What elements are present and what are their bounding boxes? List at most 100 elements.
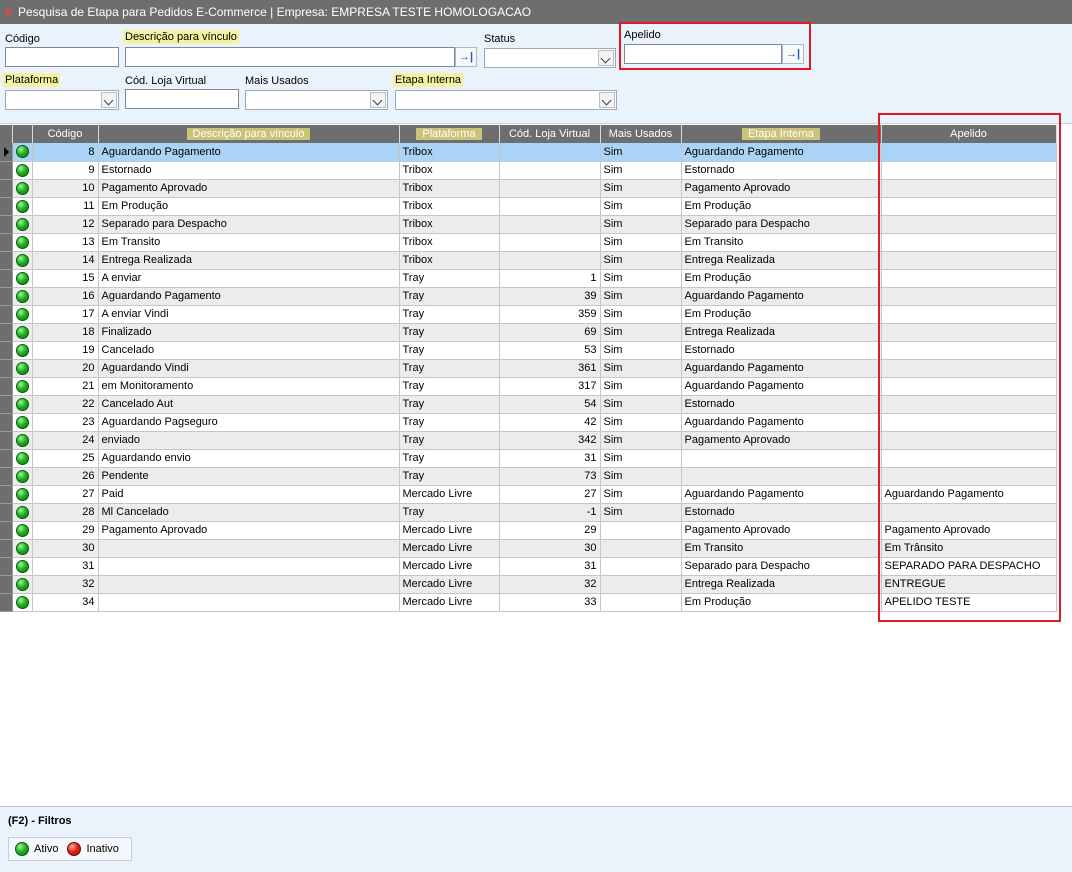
row-indicator[interactable] [0, 359, 13, 378]
table-row[interactable]: 28 Ml Cancelado Tray -1 Sim Estornado [0, 503, 1057, 522]
table-row[interactable]: 8 Aguardando Pagamento Tribox Sim Aguardando… [0, 143, 1057, 162]
table-row[interactable]: 16 Aguardando Pagamento Tray 39 Sim Aguardand… [0, 287, 1057, 306]
cell-apelido: Pagamento Aprovado [881, 521, 1057, 540]
table-row[interactable]: 19 Cancelado Tray 53 Sim Estornado [0, 341, 1057, 360]
cell-apelido [881, 503, 1057, 522]
cell-cod-loja: 31 [499, 449, 601, 468]
header-mais-usados[interactable]: Mais Usados [600, 125, 682, 143]
cell-cod-loja: 27 [499, 485, 601, 504]
header-cod-loja[interactable]: Cód. Loja Virtual [499, 125, 601, 143]
table-row[interactable]: 10 Pagamento Aprovado Tribox Sim Pagamento A… [0, 179, 1057, 198]
cell-codigo: 25 [32, 449, 99, 468]
cell-cod-loja [499, 179, 601, 198]
close-icon[interactable]: ✕ [4, 6, 18, 19]
cell-mais-usados: Sim [600, 215, 682, 234]
mais-usados-select[interactable] [245, 90, 388, 110]
row-indicator[interactable] [0, 575, 13, 594]
cell-etapa-interna: Aguardando Pagamento [681, 359, 882, 378]
header-status[interactable] [12, 125, 33, 143]
table-row[interactable]: 30 Mercado Livre 30 Em Transito Em Trânsito [0, 539, 1057, 558]
row-indicator[interactable] [0, 251, 13, 270]
row-indicator[interactable] [0, 269, 13, 288]
row-indicator[interactable] [0, 431, 13, 450]
row-indicator[interactable] [0, 539, 13, 558]
row-indicator[interactable] [0, 521, 13, 540]
row-indicator[interactable] [0, 503, 13, 522]
table-row[interactable]: 9 Estornado Tribox Sim Estornado [0, 161, 1057, 180]
row-indicator[interactable] [0, 485, 13, 504]
header-apelido[interactable]: Apelido [881, 125, 1057, 143]
cell-mais-usados: Sim [600, 413, 682, 432]
table-row[interactable]: 12 Separado para Despacho Tribox Sim Separad… [0, 215, 1057, 234]
table-row[interactable]: 18 Finalizado Tray 69 Sim Entrega Realizada [0, 323, 1057, 342]
descricao-input[interactable] [125, 47, 455, 67]
cod-loja-input[interactable] [125, 89, 239, 109]
table-row[interactable]: 17 A enviar Vindi Tray 359 Sim Em Produção [0, 305, 1057, 324]
header-etapa-interna[interactable]: Etapa Interna [681, 125, 882, 143]
table-row[interactable]: 22 Cancelado Aut Tray 54 Sim Estornado [0, 395, 1057, 414]
row-indicator[interactable] [0, 395, 13, 414]
cell-codigo: 28 [32, 503, 99, 522]
row-status-cell [12, 485, 33, 504]
table-row[interactable]: 24 enviado Tray 342 Sim Pagamento Aprovado [0, 431, 1057, 450]
descricao-go-button[interactable]: →| [455, 47, 477, 67]
table-row[interactable]: 14 Entrega Realizada Tribox Sim Entrega Real… [0, 251, 1057, 270]
table-row[interactable]: 34 Mercado Livre 33 Em Produção APELIDO TEST… [0, 593, 1057, 612]
row-indicator[interactable] [0, 341, 13, 360]
row-indicator[interactable] [0, 305, 13, 324]
row-indicator[interactable] [0, 593, 13, 612]
row-indicator[interactable] [0, 413, 13, 432]
title-bar: ✕ Pesquisa de Etapa para Pedidos E-Comme… [0, 0, 1072, 24]
row-indicator[interactable] [0, 143, 13, 162]
table-row[interactable]: 31 Mercado Livre 31 Separado para Despacho S… [0, 557, 1057, 576]
row-indicator[interactable] [0, 287, 13, 306]
cell-plataforma: Tray [399, 413, 500, 432]
table-row[interactable]: 11 Em Produção Tribox Sim Em Produção [0, 197, 1057, 216]
table-row[interactable]: 23 Aguardando Pagseguro Tray 42 Sim Aguardand… [0, 413, 1057, 432]
status-select[interactable] [484, 48, 616, 68]
table-row[interactable]: 21 em Monitoramento Tray 317 Sim Aguardando P… [0, 377, 1057, 396]
table-row[interactable]: 15 A enviar Tray 1 Sim Em Produção [0, 269, 1057, 288]
cell-plataforma: Tribox [399, 179, 500, 198]
header-descricao[interactable]: Descrição para vínculo [98, 125, 400, 143]
cell-etapa-interna: Em Transito [681, 233, 882, 252]
cell-descricao: Em Transito [98, 233, 400, 252]
plataforma-select[interactable] [5, 90, 119, 110]
table-row[interactable]: 29 Pagamento Aprovado Mercado Livre 29 Pagam… [0, 521, 1057, 540]
table-row[interactable]: 13 Em Transito Tribox Sim Em Transito [0, 233, 1057, 252]
cell-apelido [881, 431, 1057, 450]
green-ball-icon [15, 253, 29, 267]
table-row[interactable]: 26 Pendente Tray 73 Sim [0, 467, 1057, 486]
cell-mais-usados: Sim [600, 197, 682, 216]
cell-apelido [881, 215, 1057, 234]
row-indicator[interactable] [0, 179, 13, 198]
row-indicator[interactable] [0, 197, 13, 216]
header-plataforma[interactable]: Plataforma [399, 125, 500, 143]
cell-plataforma: Tray [399, 359, 500, 378]
row-indicator[interactable] [0, 161, 13, 180]
splitter[interactable] [0, 120, 1072, 124]
row-indicator[interactable] [0, 233, 13, 252]
row-status-cell [12, 341, 33, 360]
header-codigo[interactable]: Código [32, 125, 99, 143]
cell-cod-loja: 30 [499, 539, 601, 558]
table-row[interactable]: 20 Aguardando Vindi Tray 361 Sim Aguardando P… [0, 359, 1057, 378]
row-indicator[interactable] [0, 467, 13, 486]
table-row[interactable]: 25 Aguardando envio Tray 31 Sim [0, 449, 1057, 468]
table-row[interactable]: 27 Paid Mercado Livre 27 Sim Aguardando Pagam… [0, 485, 1057, 504]
row-indicator[interactable] [0, 449, 13, 468]
cell-mais-usados: Sim [600, 341, 682, 360]
etapa-interna-select[interactable] [395, 90, 617, 110]
row-indicator[interactable] [0, 377, 13, 396]
cell-codigo: 32 [32, 575, 99, 594]
cell-mais-usados: Sim [600, 179, 682, 198]
codigo-input[interactable] [5, 47, 119, 67]
row-status-cell [12, 593, 33, 612]
row-indicator[interactable] [0, 557, 13, 576]
row-indicator[interactable] [0, 323, 13, 342]
cell-cod-loja: 342 [499, 431, 601, 450]
table-row[interactable]: 32 Mercado Livre 32 Entrega Realizada ENTREG… [0, 575, 1057, 594]
cell-cod-loja: 39 [499, 287, 601, 306]
cell-mais-usados [600, 539, 682, 558]
row-indicator[interactable] [0, 215, 13, 234]
